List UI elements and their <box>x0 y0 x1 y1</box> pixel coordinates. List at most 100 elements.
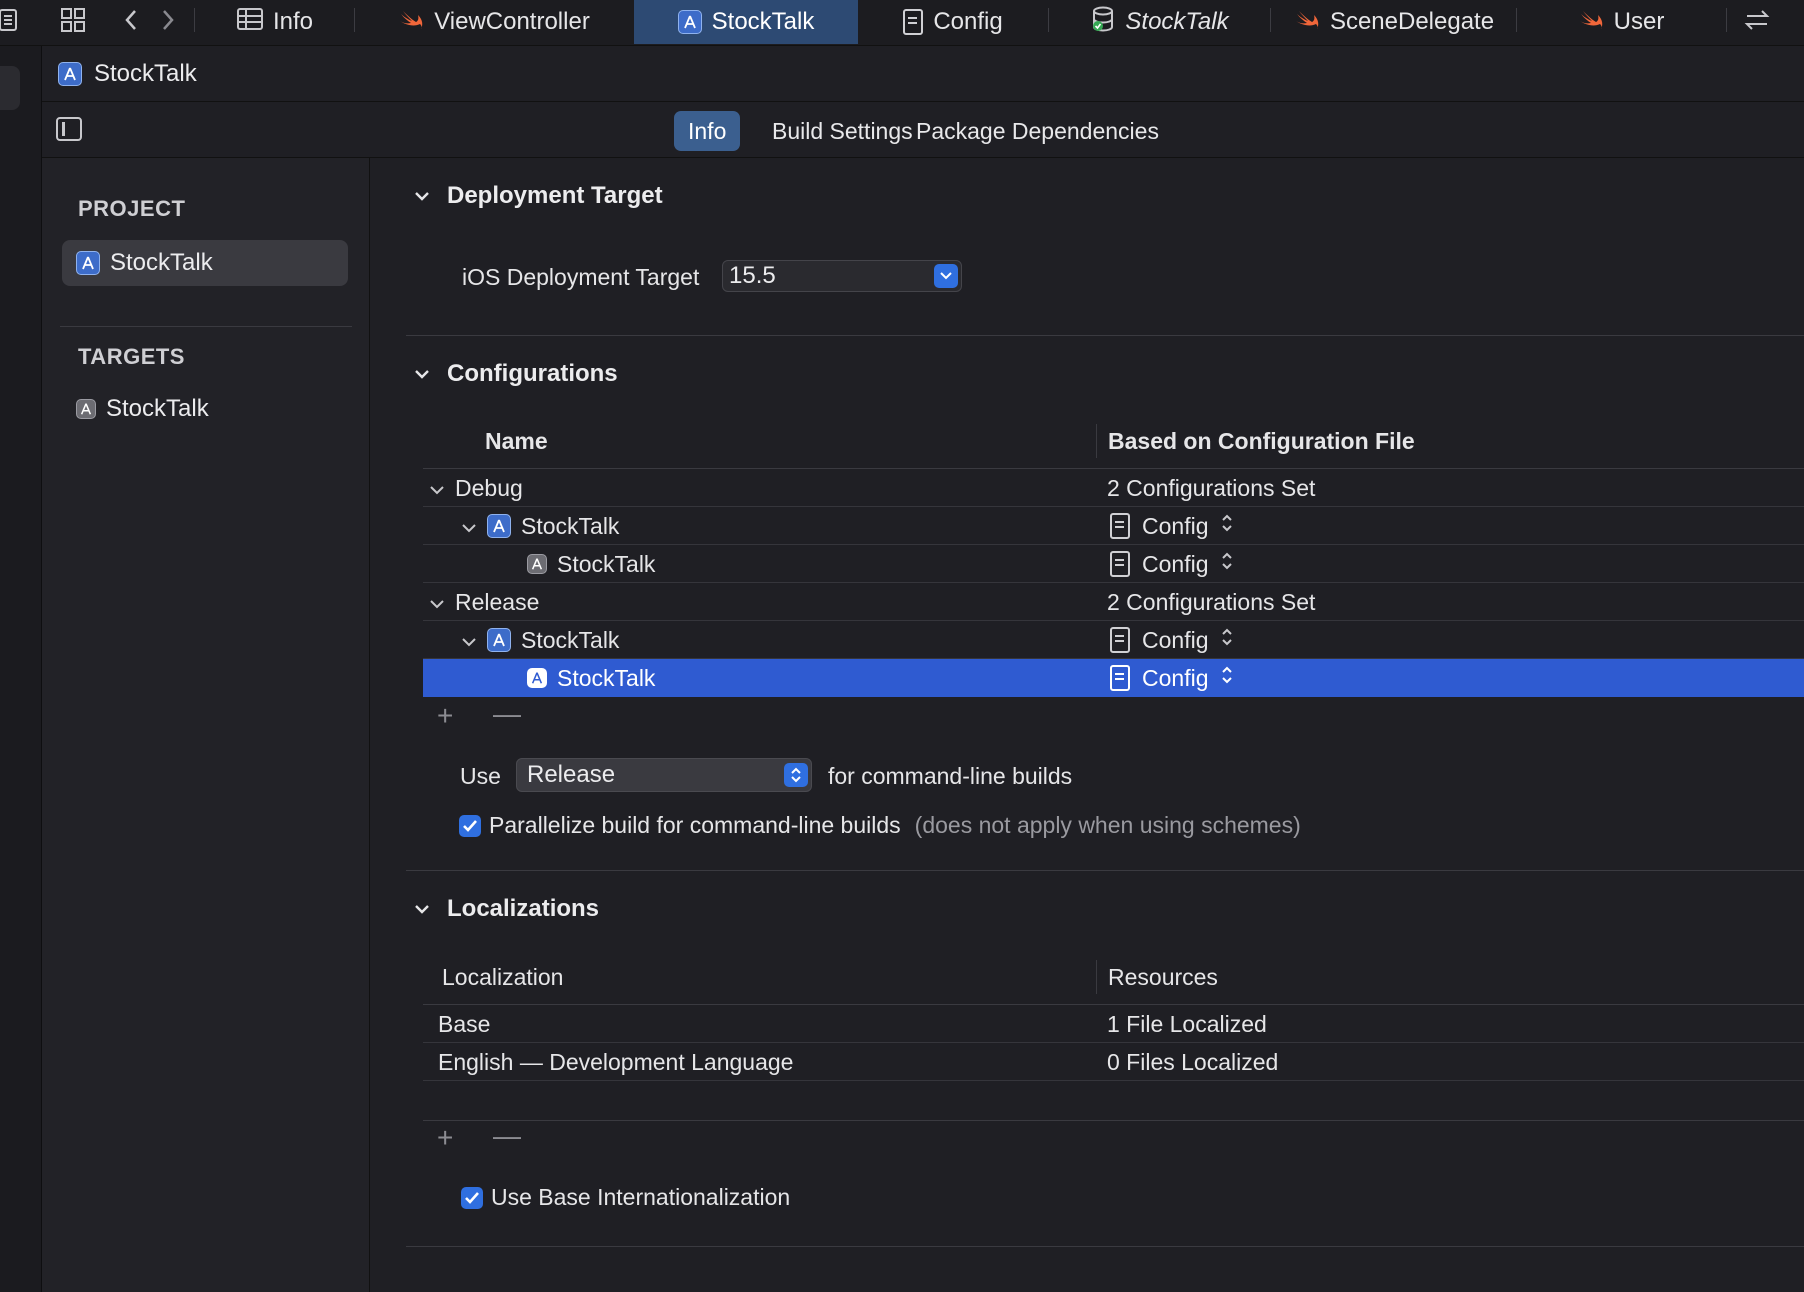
section-title: Configurations <box>447 360 618 387</box>
table-row-debug[interactable]: Debug 2 Configurations Set <box>423 469 1804 507</box>
tab-bar: Info ViewController StockTalk Config Sto… <box>0 0 1804 46</box>
sidebar-item-target[interactable]: StockTalk <box>62 386 348 432</box>
tab-scenedelegate[interactable]: SceneDelegate <box>1272 0 1516 44</box>
tab-viewcontroller[interactable]: ViewController <box>356 0 632 44</box>
tab-package-dependencies[interactable]: Package Dependencies <box>902 111 1173 151</box>
config-file-popup[interactable]: Config <box>1110 659 1234 697</box>
target-app-icon <box>527 668 547 688</box>
ios-deployment-target-popup[interactable]: 15.5 <box>722 260 962 292</box>
config-name: StockTalk <box>521 512 620 539</box>
disclosure-chevron-icon[interactable] <box>415 182 429 210</box>
table-row-release[interactable]: Release 2 Configurations Set <box>423 583 1804 621</box>
document-icon <box>1110 551 1130 577</box>
app-icon <box>58 61 82 86</box>
disclosure-chevron-icon[interactable] <box>429 475 445 502</box>
tab-label: StockTalk <box>711 8 815 35</box>
column-header-resources[interactable]: Resources <box>1108 964 1218 991</box>
table-row-debug-target[interactable]: StockTalk Config <box>423 545 1804 583</box>
base-internationalization-row: Use Base Internationalization <box>461 1184 790 1211</box>
related-items-grid-icon[interactable] <box>58 3 88 37</box>
app-icon <box>76 251 100 275</box>
disclosure-chevron-icon[interactable] <box>461 627 477 654</box>
tab-info-settings[interactable]: Info <box>674 111 741 151</box>
document-icon <box>1110 665 1130 691</box>
table-row-localization[interactable]: English — Development Language 0 Files L… <box>423 1043 1804 1081</box>
sidebar-toggle-icon[interactable] <box>56 117 82 141</box>
config-file-popup[interactable]: Config <box>1110 507 1234 545</box>
command-line-config-popup[interactable]: Release <box>516 758 812 792</box>
tab-user[interactable]: User <box>1518 0 1724 44</box>
navigator-handle[interactable] <box>0 66 20 110</box>
remove-configuration-button[interactable]: — <box>493 698 521 730</box>
disclosure-chevron-icon[interactable] <box>461 513 477 540</box>
parallelize-note: (does not apply when using schemes) <box>914 812 1301 838</box>
disclosure-chevron-icon[interactable] <box>415 895 429 923</box>
add-localization-button[interactable]: + <box>437 1122 453 1154</box>
config-file-summary: 2 Configurations Set <box>1107 588 1316 615</box>
configurations-section-header[interactable]: Configurations <box>415 360 618 388</box>
project-sidebar: PROJECT StockTalk TARGETS StockTalk <box>42 158 370 1292</box>
target-app-icon <box>76 399 96 419</box>
jump-bar: StockTalk <box>42 46 1804 102</box>
column-header-localization[interactable]: Localization <box>442 964 563 991</box>
column-separator <box>1096 960 1097 994</box>
table-row-debug-project[interactable]: StockTalk Config <box>423 507 1804 545</box>
column-header-config-file[interactable]: Based on Configuration File <box>1108 428 1415 455</box>
localization-name: English — Development Language <box>438 1048 794 1075</box>
parallelize-label: Parallelize build for command-line build… <box>489 812 901 838</box>
config-file-summary: 2 Configurations Set <box>1107 474 1316 501</box>
config-file-value: Config <box>1142 550 1209 577</box>
split-editor-arrows-icon[interactable] <box>1742 3 1772 37</box>
table-icon <box>236 7 263 37</box>
database-icon <box>1091 6 1115 39</box>
config-file-popup[interactable]: Config <box>1110 621 1234 659</box>
localization-name: Base <box>438 1010 491 1037</box>
config-name: Release <box>455 588 540 615</box>
config-name: StockTalk <box>557 664 656 691</box>
disclosure-chevron-icon[interactable] <box>429 589 445 616</box>
tab-info[interactable]: Info <box>196 0 354 44</box>
up-down-chevron-icon <box>1220 512 1234 540</box>
table-row-localization[interactable]: Base 1 File Localized <box>423 1005 1804 1043</box>
table-row-release-target[interactable]: StockTalk Config <box>423 659 1804 697</box>
disclosure-chevron-icon[interactable] <box>415 360 429 388</box>
tab-label: SceneDelegate <box>1329 8 1495 35</box>
segment-label: Package Dependencies <box>916 117 1159 144</box>
navigator-list-icon[interactable] <box>0 3 24 37</box>
localization-resources: 0 Files Localized <box>1107 1048 1279 1075</box>
back-chevron-icon[interactable] <box>116 3 146 37</box>
deployment-section-header[interactable]: Deployment Target <box>415 182 663 210</box>
up-down-chevron-icon <box>1220 550 1234 578</box>
config-file-value: Config <box>1142 664 1209 691</box>
parallelize-checkbox[interactable] <box>459 814 481 837</box>
popup-value: 15.5 <box>729 262 776 289</box>
remove-localization-button[interactable]: — <box>493 1120 521 1152</box>
document-icon <box>1110 513 1130 539</box>
forward-chevron-icon[interactable] <box>153 3 183 37</box>
deployment-target-label: iOS Deployment Target <box>462 264 700 290</box>
tab-stocktalk-datamodel[interactable]: StockTalk <box>1050 0 1270 44</box>
config-file-popup[interactable]: Config <box>1110 545 1234 583</box>
tab-label: User <box>1613 8 1665 35</box>
add-configuration-button[interactable]: + <box>437 700 453 732</box>
localizations-section-header[interactable]: Localizations <box>415 895 599 923</box>
base-internationalization-checkbox[interactable] <box>461 1186 483 1209</box>
tab-label: Config <box>933 8 1003 35</box>
jump-bar-item[interactable]: StockTalk <box>94 60 197 88</box>
config-name: StockTalk <box>557 550 656 577</box>
table-row-release-project[interactable]: StockTalk Config <box>423 621 1804 659</box>
app-icon <box>487 514 511 538</box>
sidebar-divider <box>60 326 352 327</box>
section-divider <box>406 1246 1804 1247</box>
tab-stocktalk-project[interactable]: StockTalk <box>634 0 858 44</box>
sidebar-item-project[interactable]: StockTalk <box>62 240 348 286</box>
segment-label: Info <box>688 117 727 144</box>
sidebar-item-label: StockTalk <box>110 249 213 276</box>
table-bottom-divider <box>423 1120 1804 1121</box>
parallelize-row: Parallelize build for command-line build… <box>459 812 1301 839</box>
section-divider <box>406 870 1804 871</box>
config-file-value: Config <box>1142 512 1209 539</box>
column-header-name[interactable]: Name <box>485 428 548 455</box>
command-line-suffix: for command-line builds <box>828 763 1073 789</box>
tab-config[interactable]: Config <box>860 0 1046 44</box>
